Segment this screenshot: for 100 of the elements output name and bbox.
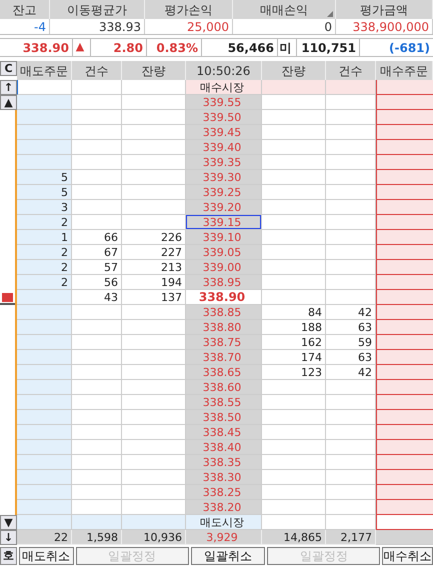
table-cell bbox=[122, 80, 186, 95]
bid-price-cell[interactable]: 338.65 bbox=[186, 365, 262, 380]
table-cell bbox=[376, 380, 433, 395]
table-cell bbox=[17, 365, 72, 380]
table-cell bbox=[122, 215, 186, 230]
action-button[interactable]: 매수취소 bbox=[382, 547, 433, 565]
table-cell bbox=[17, 410, 72, 425]
table-cell bbox=[376, 200, 433, 215]
column-header: 잔량 bbox=[262, 61, 326, 80]
ask-price-cell[interactable]: 339.10 bbox=[186, 230, 262, 245]
table-cell bbox=[262, 230, 326, 245]
table-cell bbox=[122, 380, 186, 395]
column-header: 잔고 bbox=[0, 0, 50, 19]
side-button[interactable]: 호 bbox=[0, 547, 17, 565]
table-cell bbox=[326, 410, 376, 425]
ask-price-cell[interactable]: 339.00 bbox=[186, 260, 262, 275]
count-cell: 59 bbox=[326, 335, 376, 350]
table-cell bbox=[72, 335, 122, 350]
bid-price-cell[interactable]: 338.85 bbox=[186, 305, 262, 320]
side-button[interactable]: ▲ bbox=[0, 95, 17, 110]
market-buy-label: 매수시장 bbox=[186, 80, 262, 95]
table-cell bbox=[376, 500, 433, 515]
table-cell bbox=[17, 380, 72, 395]
bid-price-cell[interactable]: 338.25 bbox=[186, 485, 262, 500]
bid-price-cell[interactable]: 338.60 bbox=[186, 380, 262, 395]
bid-price-cell[interactable]: 338.45 bbox=[186, 425, 262, 440]
side-button[interactable]: ↑ bbox=[0, 80, 17, 95]
table-cell bbox=[262, 185, 326, 200]
table-cell bbox=[17, 425, 72, 440]
table-cell bbox=[262, 110, 326, 125]
side-button[interactable]: ↓ bbox=[0, 530, 17, 545]
bid-price-cell[interactable]: 338.80 bbox=[186, 320, 262, 335]
ask-price-cell[interactable]: 339.25 bbox=[186, 185, 262, 200]
count-cell: 57 bbox=[72, 260, 122, 275]
table-cell bbox=[17, 140, 72, 155]
ask-price-cell[interactable]: 339.05 bbox=[186, 245, 262, 260]
table-cell bbox=[72, 110, 122, 125]
table-cell bbox=[376, 245, 433, 260]
table-cell bbox=[262, 80, 326, 95]
current-price-marker-icon bbox=[2, 293, 13, 302]
bid-price-cell[interactable]: 338.30 bbox=[186, 470, 262, 485]
bid-price-cell[interactable]: 338.40 bbox=[186, 440, 262, 455]
ask-price-cell[interactable]: 339.40 bbox=[186, 140, 262, 155]
table-cell bbox=[72, 140, 122, 155]
column-header: 10:50:26 bbox=[186, 61, 262, 80]
table-cell bbox=[376, 395, 433, 410]
table-cell bbox=[122, 320, 186, 335]
bid-price-cell[interactable]: 338.35 bbox=[186, 455, 262, 470]
table-cell bbox=[17, 485, 72, 500]
table-cell bbox=[262, 380, 326, 395]
ask-price-cell[interactable]: 339.45 bbox=[186, 125, 262, 140]
table-cell bbox=[72, 395, 122, 410]
ask-price-cell[interactable]: 339.50 bbox=[186, 110, 262, 125]
table-cell bbox=[326, 200, 376, 215]
open-interest: 110,751 bbox=[297, 39, 360, 56]
table-cell bbox=[326, 230, 376, 245]
table-cell bbox=[326, 500, 376, 515]
quantity-cell: 227 bbox=[122, 245, 186, 260]
table-cell bbox=[122, 125, 186, 140]
table-cell bbox=[17, 155, 72, 170]
ask-price-cell[interactable]: 339.15 bbox=[186, 215, 262, 230]
bid-price-cell[interactable]: 338.75 bbox=[186, 335, 262, 350]
table-cell bbox=[122, 350, 186, 365]
table-cell bbox=[122, 455, 186, 470]
bid-price-cell[interactable]: 338.50 bbox=[186, 410, 262, 425]
column-header: 매매손익 bbox=[233, 0, 336, 19]
table-cell bbox=[122, 485, 186, 500]
bid-price-cell[interactable]: 338.70 bbox=[186, 350, 262, 365]
side-button[interactable]: C bbox=[0, 61, 17, 76]
table-cell bbox=[376, 305, 433, 320]
ask-price-cell[interactable]: 339.30 bbox=[186, 170, 262, 185]
ask-price-cell[interactable]: 338.95 bbox=[186, 275, 262, 290]
table-cell bbox=[262, 440, 326, 455]
table-cell bbox=[376, 215, 433, 230]
bid-price-cell[interactable]: 338.20 bbox=[186, 500, 262, 515]
action-button[interactable]: 매도취소 bbox=[18, 547, 74, 565]
column-header: 건수 bbox=[72, 61, 122, 80]
table-cell bbox=[72, 500, 122, 515]
table-cell bbox=[326, 110, 376, 125]
table-cell bbox=[17, 395, 72, 410]
ask-price-cell[interactable]: 339.35 bbox=[186, 155, 262, 170]
table-cell bbox=[17, 95, 72, 110]
table-cell bbox=[72, 365, 122, 380]
action-button[interactable]: 일괄취소 bbox=[190, 547, 266, 565]
table-cell bbox=[326, 245, 376, 260]
quantity-cell: 162 bbox=[262, 335, 326, 350]
quantity-cell: 123 bbox=[262, 365, 326, 380]
ask-price-cell[interactable]: 339.55 bbox=[186, 95, 262, 110]
change-rate: 0.83% bbox=[147, 39, 202, 56]
ask-price-cell[interactable]: 339.20 bbox=[186, 200, 262, 215]
table-cell bbox=[262, 275, 326, 290]
table-cell bbox=[72, 320, 122, 335]
side-button[interactable]: ▼ bbox=[0, 515, 17, 530]
table-cell bbox=[326, 170, 376, 185]
summary-value: 338,900,000 bbox=[336, 19, 433, 34]
table-cell bbox=[262, 215, 326, 230]
bid-price-cell[interactable]: 338.55 bbox=[186, 395, 262, 410]
count-cell: 42 bbox=[326, 365, 376, 380]
table-cell bbox=[326, 455, 376, 470]
table-cell bbox=[122, 110, 186, 125]
